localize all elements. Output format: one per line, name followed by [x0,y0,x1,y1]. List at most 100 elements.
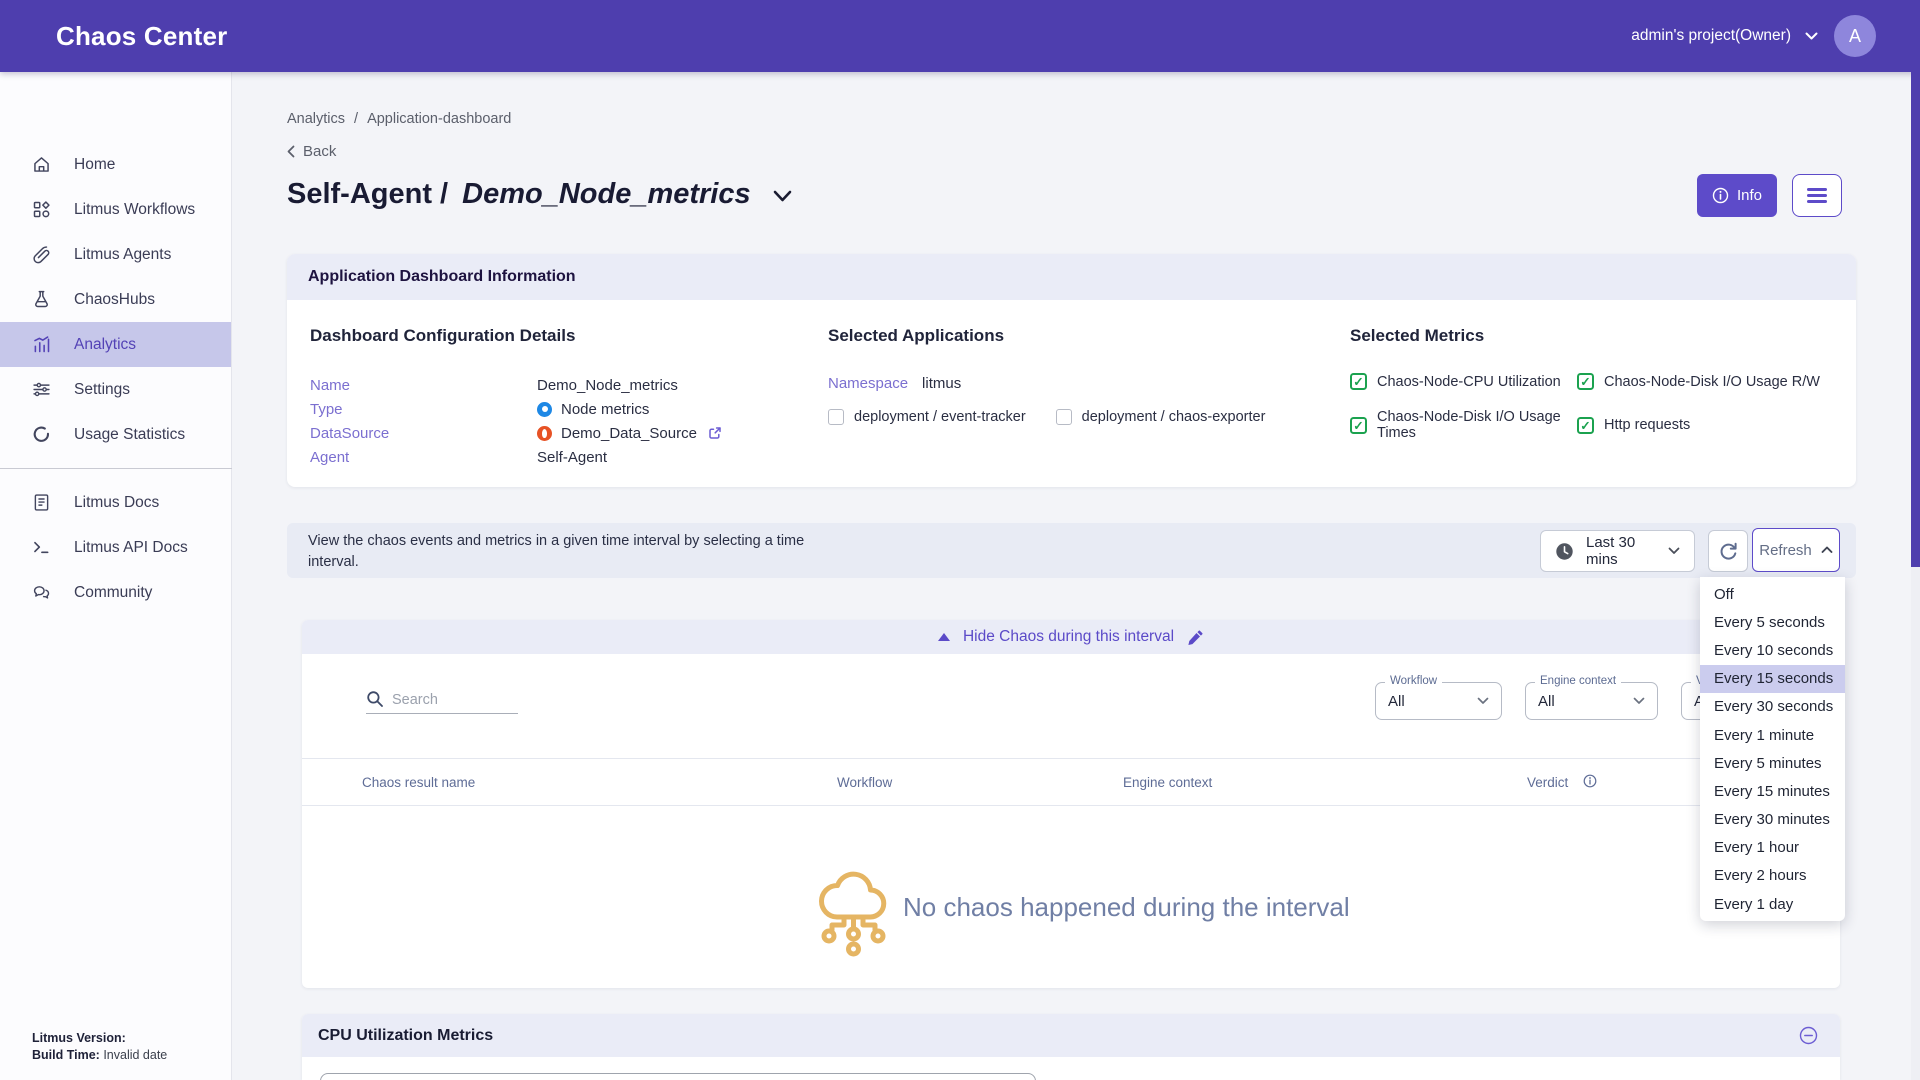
dashboard-menu-button[interactable] [1792,174,1842,217]
chevron-down-icon [1805,32,1818,41]
checked-checkbox[interactable]: ✓ [1350,417,1367,434]
refresh-rate-option[interactable]: Every 10 seconds [1700,636,1845,664]
refresh-rate-option[interactable]: Every 2 hours [1700,862,1845,890]
sidebar-item-label: Usage Statistics [74,426,185,444]
chaoshubs-icon [31,289,52,310]
sidebar-item-label: Settings [74,381,130,399]
time-range-value: Last 30 mins [1586,534,1656,568]
sidebar-item[interactable]: Litmus Docs [0,480,231,525]
collapse-minus-icon[interactable] [1799,1026,1818,1045]
edit-pencil-icon[interactable] [1187,629,1204,646]
hide-chaos-label[interactable]: Hide Chaos during this interval [963,628,1174,646]
unchecked-checkbox[interactable] [828,409,844,425]
refresh-rate-option[interactable]: Off [1700,580,1845,608]
title-chevron-down-icon[interactable] [773,186,792,203]
agent-value: Self-Agent [537,449,607,466]
type-label: Type [310,401,537,418]
info-button[interactable]: Info [1697,174,1777,217]
refresh-rate-select[interactable]: Refresh [1752,528,1840,572]
selected-applications: Selected Applications Namespace litmus d… [828,326,1265,425]
sidebar-item[interactable]: Analytics [0,322,231,367]
breadcrumb-current[interactable]: Application-dashboard [367,111,511,127]
name-value: Demo_Node_metrics [537,377,678,394]
project-selector-label: admin's project(Owner) [1631,27,1791,45]
refresh-icon [1718,541,1739,562]
refresh-rate-option[interactable]: Every 1 minute [1700,721,1845,749]
unchecked-checkbox[interactable] [1056,409,1072,425]
config-row-name: Name Demo_Node_metrics [310,373,722,397]
breadcrumb-analytics[interactable]: Analytics [287,111,345,127]
checked-checkbox[interactable]: ✓ [1577,417,1594,434]
empty-state-message: No chaos happened during the interval [903,892,1350,923]
table-column-header: Verdict [1527,775,1568,790]
avatar[interactable]: A [1834,15,1876,57]
sidebar-footer: Litmus Version: Build Time: Invalid date [32,1030,167,1064]
sidebar-item[interactable]: Settings [0,367,231,412]
title-agent: Self-Agent / [287,178,448,211]
settings-icon [31,379,52,400]
refresh-rate-option[interactable]: Every 30 minutes [1700,806,1845,834]
application-checkbox-item: deployment / event-tracker [828,409,1026,425]
workflows-icon [31,199,52,220]
clock-icon [1555,542,1574,561]
search-input[interactable] [392,692,510,708]
table-header-row: Chaos result nameWorkflowEngine contextV… [302,758,1840,806]
build-time-label: Build Time: [32,1048,100,1062]
scrollbar-thumb[interactable] [1911,72,1920,567]
breadcrumb: Analytics / Application-dashboard [287,111,511,127]
sidebar-item-label: ChaosHubs [74,291,155,309]
sidebar-item[interactable]: Litmus Workflows [0,187,231,232]
project-selector[interactable]: admin's project(Owner) [1631,27,1818,45]
external-link-icon[interactable] [708,426,722,440]
sidebar-item[interactable]: Community [0,570,231,615]
sidebar-divider [0,468,232,469]
verdict-info-icon[interactable] [1583,774,1597,788]
version-label: Litmus Version: [32,1031,126,1045]
table-column-header: Chaos result name [362,775,837,790]
table-column-header: Engine context [1123,775,1527,790]
refresh-rate-option[interactable]: Every 1 day [1700,890,1845,918]
cpu-metrics-card: CPU Utilization Metrics [302,1014,1840,1080]
page-title: Self-Agent / Demo_Node_metrics [287,178,792,211]
refresh-rate-option[interactable]: Every 5 minutes [1700,749,1845,777]
build-time-value: Invalid date [103,1048,167,1062]
sidebar-nav: Home Litmus Workflows Litmus Agents Chao… [0,72,231,615]
refresh-rate-option[interactable]: Every 5 seconds [1700,608,1845,636]
filter-value: All [1388,693,1477,710]
metric-label: Chaos-Node-Disk I/O Usage Times [1377,409,1577,441]
refresh-rate-option[interactable]: Every 15 seconds [1700,665,1845,693]
table-column-header: Workflow [837,775,1123,790]
metric-checkbox-item: ✓ Chaos-Node-Disk I/O Usage R/W [1577,373,1820,390]
sidebar-item[interactable]: Litmus Agents [0,232,231,277]
refresh-now-button[interactable] [1708,530,1748,572]
sidebar-item[interactable]: ChaosHubs [0,277,231,322]
dashboard-info-title: Application Dashboard Information [308,268,576,286]
time-range-select[interactable]: Last 30 mins [1540,530,1695,572]
home-icon [31,154,52,175]
filter-select[interactable]: Engine context All [1525,682,1658,720]
cpu-metrics-header: CPU Utilization Metrics [302,1014,1840,1057]
metric-label: Chaos-Node-CPU Utilization [1377,374,1561,390]
filter-select[interactable]: Workflow All [1375,682,1502,720]
refresh-rate-option[interactable]: Every 1 hour [1700,834,1845,862]
community-icon [31,582,52,603]
refresh-rate-option[interactable]: Every 15 minutes [1700,777,1845,805]
collapse-arrow-icon[interactable] [938,633,950,641]
datasource-label: DataSource [310,425,537,442]
checked-checkbox[interactable]: ✓ [1577,373,1594,390]
back-button[interactable]: Back [287,143,336,160]
checked-checkbox[interactable]: ✓ [1350,373,1367,390]
sidebar-item[interactable]: Home [0,142,231,187]
sidebar-item[interactable]: Litmus API Docs [0,525,231,570]
agent-label: Agent [310,449,537,466]
sidebar-item[interactable]: Usage Statistics [0,412,231,457]
configuration-title: Dashboard Configuration Details [310,326,722,346]
refresh-rate-option[interactable]: Every 30 seconds [1700,693,1845,721]
chaos-center-app: Chaos Center admin's project(Owner) A Ho… [0,0,1920,1080]
filter-label: Workflow [1385,675,1442,687]
usage-statistics-icon [31,424,52,445]
sidebar-item-label: Litmus Agents [74,246,171,264]
application-label: deployment / event-tracker [854,409,1026,425]
application-checkbox-item: deployment / chaos-exporter [1056,409,1266,425]
config-row-datasource: DataSource Demo_Data_Source [310,421,722,445]
